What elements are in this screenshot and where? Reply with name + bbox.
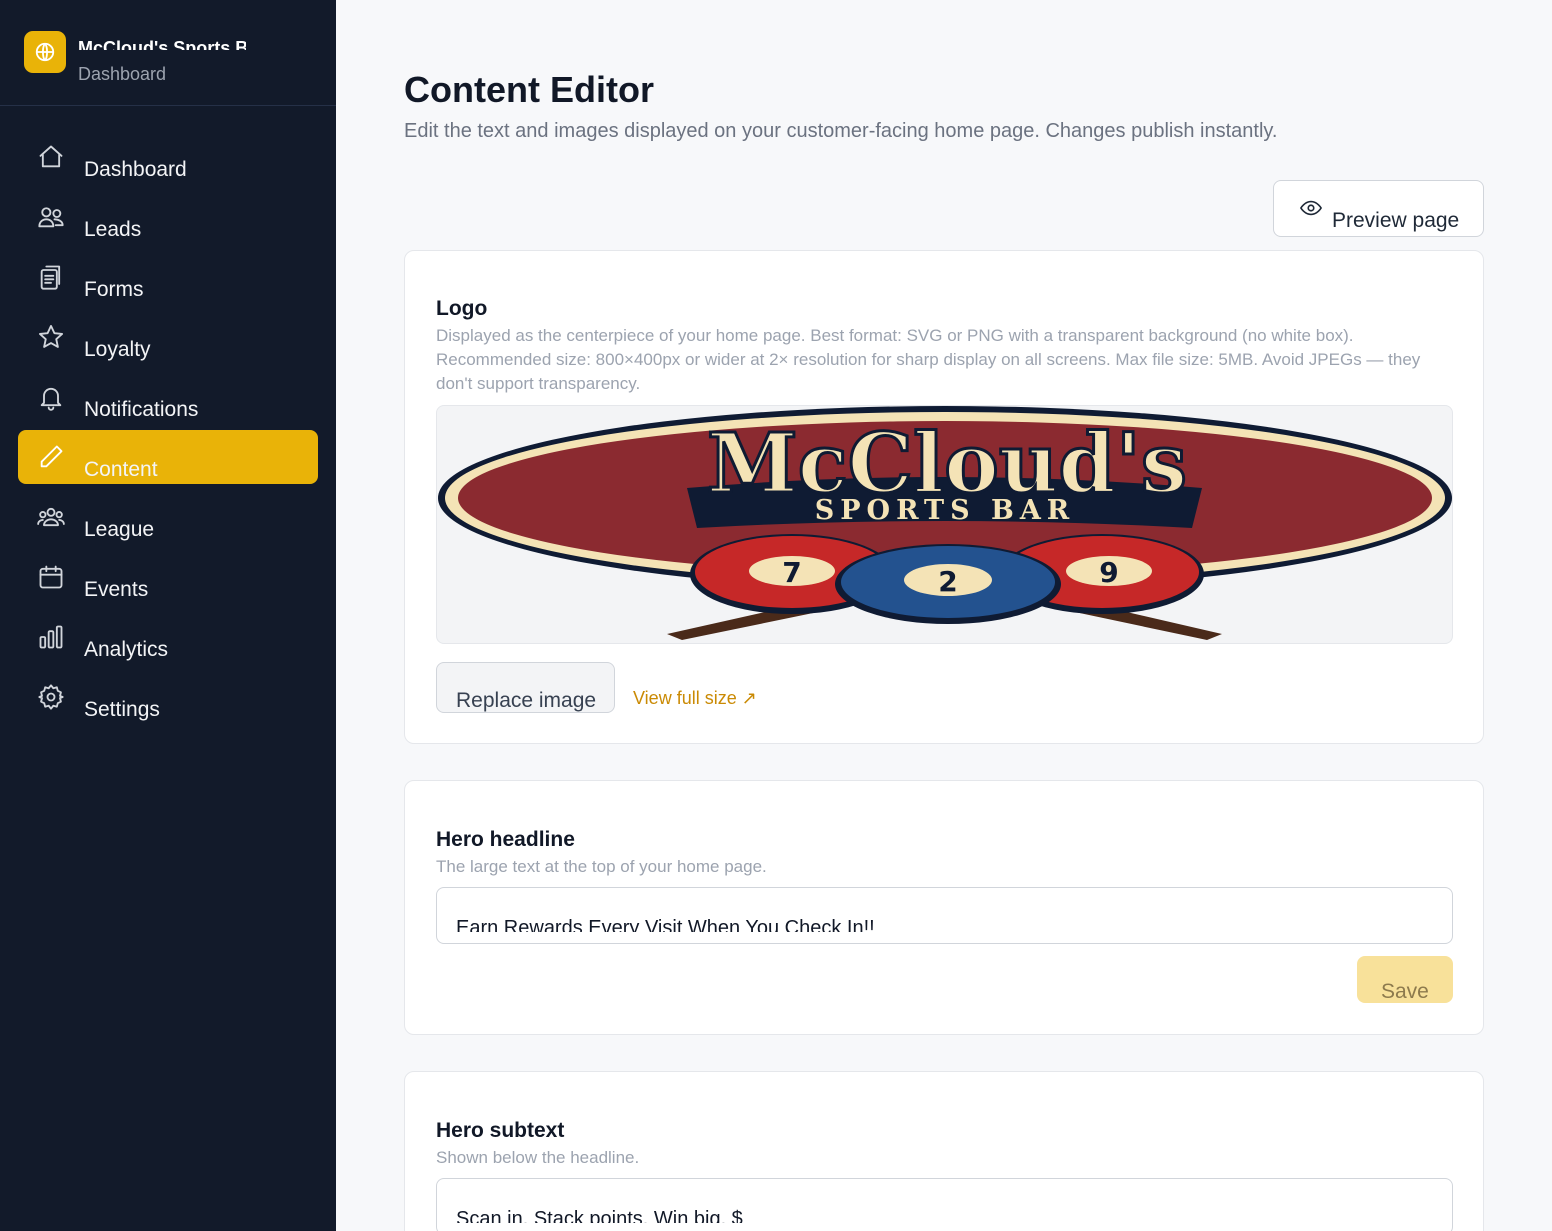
users-icon <box>37 203 65 231</box>
replace-image-button[interactable]: Replace image <box>436 662 615 713</box>
sidebar-item-label: Notifications <box>84 398 199 421</box>
logo-card: Logo Displayed as the centerpiece of you… <box>404 250 1484 744</box>
sidebar: McCloud's Sports Bar Dashboard Dashboard… <box>0 0 336 1231</box>
ball-9-label: 9 <box>1099 556 1118 589</box>
save-label: Save <box>1381 980 1429 1003</box>
hero-headline-title: Hero headline <box>436 828 575 851</box>
sidebar-item-forms[interactable]: Forms <box>18 250 318 304</box>
brand-header: McCloud's Sports Bar Dashboard <box>0 0 336 106</box>
ball-7-label: 7 <box>782 556 801 589</box>
ball-2-label: 2 <box>938 565 957 598</box>
sidebar-item-label: Events <box>84 578 149 601</box>
logo-card-help: Displayed as the centerpiece of your hom… <box>436 326 1421 393</box>
brand-name: McCloud's Sports Bar <box>78 38 246 50</box>
logo-image: SPORTS BAR McCloud's 7 9 2 <box>438 406 1452 640</box>
page-title: Content Editor <box>404 69 654 110</box>
clipboard-icon <box>37 263 65 291</box>
sidebar-item-notifications[interactable]: Notifications <box>18 370 318 424</box>
eye-icon <box>1300 200 1322 216</box>
save-button[interactable]: Save <box>1357 956 1453 1003</box>
logo-main-text: McCloud's <box>707 416 1187 512</box>
gear-icon <box>37 683 65 711</box>
hero-subtext-title: Hero subtext <box>436 1119 565 1142</box>
page-description: Edit the text and images displayed on yo… <box>404 120 1278 142</box>
sidebar-item-label: Dashboard <box>84 158 187 181</box>
sidebar-item-content[interactable]: Content <box>18 430 318 484</box>
hero-headline-card: Hero headline The large text at the top … <box>404 780 1484 1035</box>
hero-subtext-help: Shown below the headline. <box>436 1148 640 1167</box>
hero-headline-help: The large text at the top of your home p… <box>436 857 767 876</box>
calendar-icon <box>37 563 65 591</box>
hero-headline-input[interactable]: Earn Rewards Every Visit When You Check … <box>436 887 1453 944</box>
hero-subtext-input[interactable]: Scan in. Stack points. Win big. $ <box>436 1178 1453 1231</box>
sidebar-item-label: League <box>84 518 155 541</box>
hero-subtext-value: Scan in. Stack points. Win big. $ <box>456 1208 743 1223</box>
sidebar-item-loyalty[interactable]: Loyalty <box>18 310 318 364</box>
bell-icon <box>37 383 65 411</box>
sidebar-item-label: Analytics <box>84 638 169 661</box>
logo-card-title: Logo <box>436 297 488 320</box>
group-icon <box>37 503 65 531</box>
brand-subtitle: Dashboard <box>78 64 167 84</box>
globe-icon <box>24 31 66 73</box>
pencil-icon <box>37 443 65 471</box>
sidebar-item-label: Forms <box>84 278 144 301</box>
sidebar-item-league[interactable]: League <box>18 490 318 544</box>
sidebar-item-dashboard[interactable]: Dashboard <box>18 130 318 184</box>
sidebar-nav: Dashboard Leads Forms Loyalty Notificati… <box>18 130 318 730</box>
sidebar-item-label: Settings <box>84 698 160 721</box>
home-icon <box>37 143 65 171</box>
hero-subtext-card: Hero subtext Shown below the headline. S… <box>404 1071 1484 1231</box>
bar-chart-icon <box>37 623 65 651</box>
sidebar-item-leads[interactable]: Leads <box>18 190 318 244</box>
star-icon <box>37 323 65 351</box>
hero-headline-value: Earn Rewards Every Visit When You Check … <box>456 917 875 932</box>
sidebar-item-events[interactable]: Events <box>18 550 318 604</box>
preview-page-button[interactable]: Preview page <box>1273 180 1484 237</box>
sidebar-item-analytics[interactable]: Analytics <box>18 610 318 664</box>
preview-page-label: Preview page <box>1332 209 1460 232</box>
logo-preview[interactable]: SPORTS BAR McCloud's 7 9 2 <box>436 405 1453 644</box>
replace-image-label: Replace image <box>456 689 597 712</box>
sidebar-item-settings[interactable]: Settings <box>18 670 318 724</box>
view-full-size-link[interactable]: View full size ↗ <box>633 687 757 709</box>
sidebar-item-label: Loyalty <box>84 338 151 361</box>
sidebar-item-label: Content <box>84 458 158 481</box>
sidebar-item-label: Leads <box>84 218 142 241</box>
